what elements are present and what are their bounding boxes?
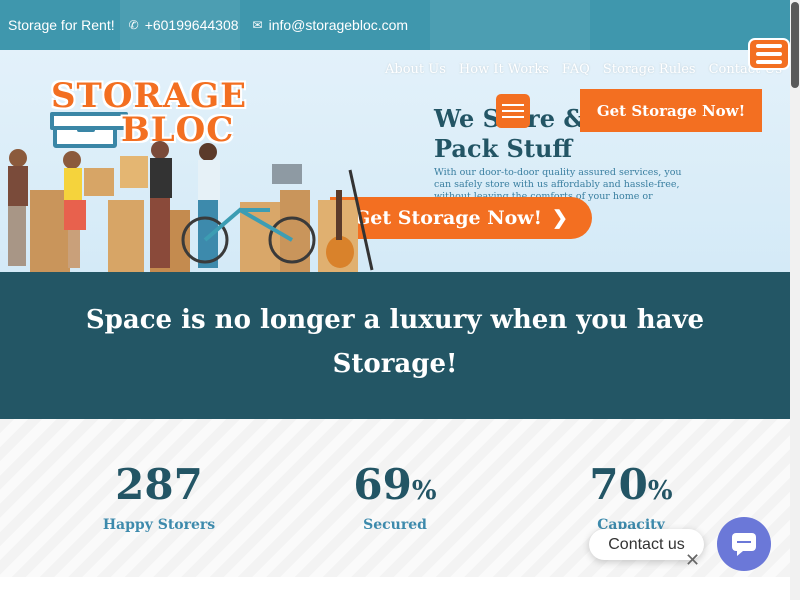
chat-icon[interactable] bbox=[717, 517, 771, 571]
nav-item-storage-rules[interactable]: Storage Rules bbox=[603, 62, 696, 77]
chat-bubble-icon bbox=[732, 533, 756, 556]
stat-secured: 69% Secured bbox=[353, 460, 437, 533]
stat-happy-storers: 287 Happy Storers bbox=[102, 460, 216, 533]
close-icon[interactable]: ✕ bbox=[685, 550, 700, 571]
slogan-band: Space is no longer a luxury when you hav… bbox=[0, 272, 790, 419]
tagline: Storage for Rent! bbox=[8, 17, 115, 33]
email-link[interactable]: ✉ info@storagebloc.com bbox=[253, 17, 409, 33]
mail-icon: ✉ bbox=[252, 18, 263, 32]
scrollbar-thumb[interactable] bbox=[791, 2, 799, 88]
page-scrollbar[interactable] bbox=[790, 0, 800, 600]
main-nav: About Us How It Works FAQ Storage Rules … bbox=[385, 62, 782, 77]
get-storage-button-top[interactable]: Get Storage Now! bbox=[580, 89, 762, 132]
top-info-bar: Storage for Rent! ✆ +60199644308 ✉ info@… bbox=[0, 0, 790, 50]
people-moving-illustration bbox=[8, 141, 374, 272]
nav-item-about[interactable]: About Us bbox=[385, 62, 446, 77]
mobile-menu-icon[interactable] bbox=[748, 38, 790, 70]
menu-icon[interactable] bbox=[496, 94, 530, 128]
hero-section: About Us How It Works FAQ Storage Rules … bbox=[0, 50, 790, 272]
stat-capacity: 70% Capacity bbox=[589, 460, 673, 533]
nav-item-faq[interactable]: FAQ bbox=[562, 62, 590, 77]
nav-item-how-it-works[interactable]: How It Works bbox=[459, 62, 549, 77]
chevron-right-icon: ❯ bbox=[552, 207, 568, 229]
